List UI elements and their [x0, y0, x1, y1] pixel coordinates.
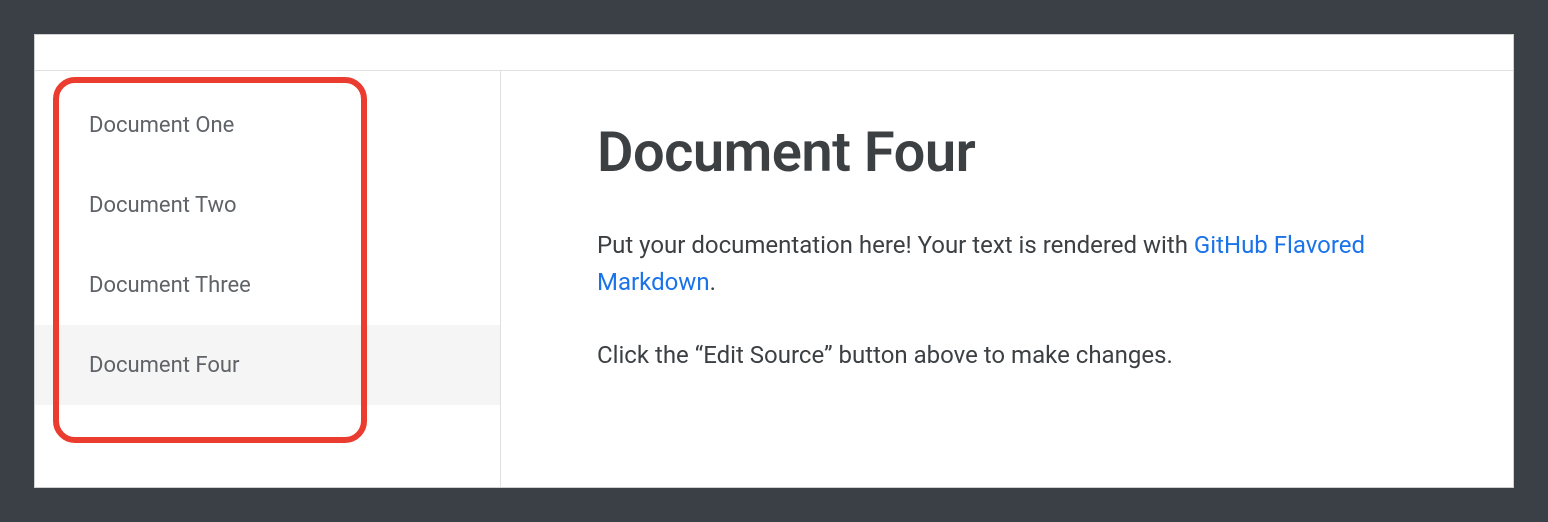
- sidebar-item-document-two[interactable]: Document Two: [35, 165, 500, 245]
- header-strip: [35, 35, 1513, 71]
- sidebar-item-document-one[interactable]: Document One: [35, 85, 500, 165]
- intro-paragraph: Put your documentation here! Your text i…: [597, 227, 1417, 301]
- main-content: Document Four Put your documentation her…: [501, 71, 1513, 487]
- sidebar-item-document-three[interactable]: Document Three: [35, 245, 500, 325]
- intro-text-suffix: .: [710, 268, 716, 296]
- content-area: Document One Document Two Document Three…: [35, 71, 1513, 487]
- app-window: Document One Document Two Document Three…: [34, 34, 1514, 488]
- instruction-paragraph: Click the “Edit Source” button above to …: [597, 337, 1417, 374]
- sidebar-item-label: Document Three: [89, 273, 251, 298]
- page-title: Document Four: [597, 119, 1417, 185]
- sidebar-item-label: Document Two: [89, 193, 237, 218]
- sidebar-item-label: Document Four: [89, 353, 239, 378]
- sidebar-item-label: Document One: [89, 113, 234, 138]
- intro-text-prefix: Put your documentation here! Your text i…: [597, 231, 1194, 259]
- sidebar-item-document-four[interactable]: Document Four: [35, 325, 500, 405]
- sidebar: Document One Document Two Document Three…: [35, 71, 501, 487]
